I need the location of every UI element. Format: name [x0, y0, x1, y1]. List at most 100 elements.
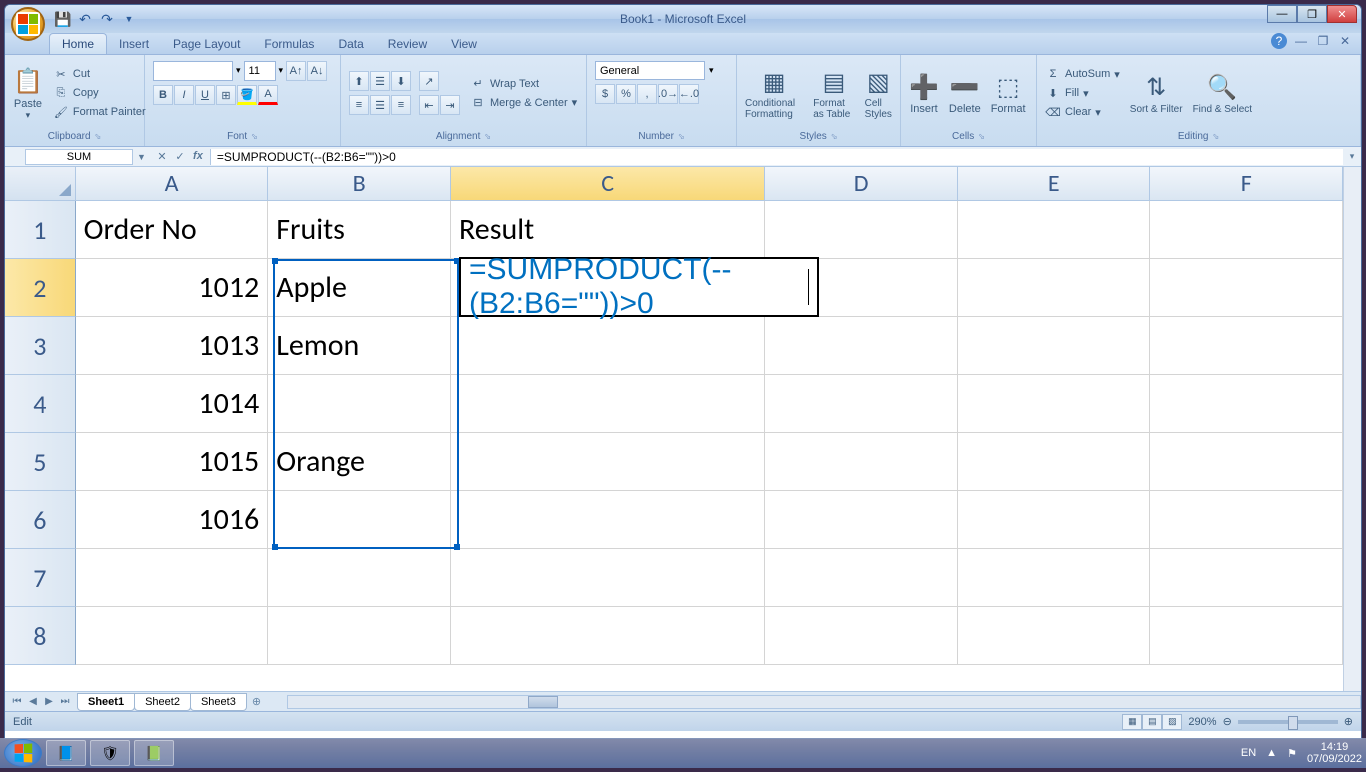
qat-dropdown-icon[interactable]: ▼: [119, 9, 139, 29]
increase-decimal-icon[interactable]: .0→: [658, 84, 678, 104]
cell-d1[interactable]: [765, 201, 958, 259]
find-select-button[interactable]: 🔍Find & Select: [1189, 70, 1256, 117]
cell-a6[interactable]: 1016: [76, 491, 269, 549]
cell-f8[interactable]: [1150, 607, 1343, 665]
row-header-6[interactable]: 6: [5, 491, 76, 549]
new-sheet-icon[interactable]: ⊕: [246, 695, 267, 708]
cell-c4[interactable]: [451, 375, 765, 433]
cell-b1[interactable]: Fruits: [268, 201, 451, 259]
tab-page-layout[interactable]: Page Layout: [161, 33, 252, 54]
row-header-4[interactable]: 4: [5, 375, 76, 433]
cell-b4[interactable]: [268, 375, 451, 433]
align-center-icon[interactable]: ☰: [370, 95, 390, 115]
sheet-nav-next-icon[interactable]: ▶: [41, 696, 57, 707]
percent-icon[interactable]: %: [616, 84, 636, 104]
tab-formulas[interactable]: Formulas: [252, 33, 326, 54]
minimize-button[interactable]: —: [1267, 5, 1297, 23]
tab-insert[interactable]: Insert: [107, 33, 161, 54]
merge-center-button[interactable]: ⊟Merge & Center ▾: [466, 94, 581, 111]
help-icon[interactable]: ?: [1271, 33, 1287, 49]
cell-e3[interactable]: [958, 317, 1151, 375]
align-top-icon[interactable]: ⬆: [349, 71, 369, 91]
col-header-c[interactable]: C: [451, 167, 765, 200]
conditional-formatting-button[interactable]: ▦Conditional Formatting: [741, 64, 807, 122]
cell-b3[interactable]: Lemon: [268, 317, 451, 375]
vertical-scrollbar[interactable]: [1343, 167, 1361, 691]
decrease-decimal-icon[interactable]: ←.0: [679, 84, 699, 104]
ribbon-minimize-icon[interactable]: —: [1293, 33, 1309, 49]
ribbon-close-icon[interactable]: ✕: [1337, 33, 1353, 49]
cell-f4[interactable]: [1150, 375, 1343, 433]
cell-f2[interactable]: [1150, 259, 1343, 317]
clear-button[interactable]: ⌫Clear ▾: [1041, 104, 1124, 121]
format-painter-button[interactable]: 🖌Format Painter: [49, 104, 150, 121]
ribbon-restore-icon[interactable]: ❐: [1315, 33, 1331, 49]
sheet-nav-prev-icon[interactable]: ◀: [25, 696, 41, 707]
font-size-input[interactable]: [244, 61, 276, 81]
cell-d7[interactable]: [765, 549, 958, 607]
cell-c3[interactable]: [451, 317, 765, 375]
row-header-5[interactable]: 5: [5, 433, 76, 491]
sheet-tab-1[interactable]: Sheet1: [77, 693, 135, 711]
autosum-button[interactable]: ΣAutoSum ▾: [1041, 66, 1124, 83]
undo-icon[interactable]: ↶: [75, 9, 95, 29]
format-cells-button[interactable]: ⬚Format: [987, 69, 1030, 117]
grow-font-icon[interactable]: A↑: [286, 61, 306, 81]
cell-e1[interactable]: [958, 201, 1151, 259]
indent-increase-icon[interactable]: ⇥: [440, 95, 460, 115]
col-header-d[interactable]: D: [765, 167, 958, 200]
format-as-table-button[interactable]: ▤Format as Table: [809, 64, 858, 122]
start-button[interactable]: [4, 739, 42, 767]
cell-e5[interactable]: [958, 433, 1151, 491]
fx-icon[interactable]: fx: [190, 150, 206, 163]
insert-cells-button[interactable]: ➕Insert: [905, 69, 943, 117]
taskbar-flag-icon[interactable]: ⚑: [1287, 747, 1297, 760]
formula-enter-icon[interactable]: ✓: [172, 150, 188, 163]
cell-f3[interactable]: [1150, 317, 1343, 375]
cell-a5[interactable]: 1015: [76, 433, 269, 491]
page-layout-view-icon[interactable]: ▤: [1142, 714, 1162, 730]
name-box[interactable]: SUM: [25, 149, 133, 165]
zoom-percent[interactable]: 290%: [1188, 716, 1216, 728]
cell-f5[interactable]: [1150, 433, 1343, 491]
font-name-input[interactable]: [153, 61, 233, 81]
border-button[interactable]: ⊞: [216, 85, 236, 105]
fill-color-button[interactable]: 🪣: [237, 85, 257, 105]
taskbar-app-browser[interactable]: 🛡: [90, 740, 130, 766]
row-header-3[interactable]: 3: [5, 317, 76, 375]
formula-cancel-icon[interactable]: ✕: [154, 150, 170, 163]
tab-home[interactable]: Home: [49, 33, 107, 54]
col-header-a[interactable]: A: [76, 167, 269, 200]
orientation-icon[interactable]: ↗: [419, 71, 439, 91]
cell-c8[interactable]: [451, 607, 765, 665]
copy-button[interactable]: ⎘Copy: [49, 85, 150, 102]
cell-f6[interactable]: [1150, 491, 1343, 549]
col-header-e[interactable]: E: [958, 167, 1151, 200]
sheet-nav-first-icon[interactable]: ⏮: [9, 696, 25, 707]
cell-e8[interactable]: [958, 607, 1151, 665]
cell-f1[interactable]: [1150, 201, 1343, 259]
row-header-1[interactable]: 1: [5, 201, 76, 259]
cell-d5[interactable]: [765, 433, 958, 491]
align-left-icon[interactable]: ≡: [349, 95, 369, 115]
zoom-in-icon[interactable]: ⊕: [1344, 715, 1353, 728]
row-header-7[interactable]: 7: [5, 549, 76, 607]
cell-styles-button[interactable]: ▧Cell Styles: [861, 64, 896, 122]
comma-icon[interactable]: ,: [637, 84, 657, 104]
formula-input[interactable]: =SUMPRODUCT(--(B2:B6=""))>0: [210, 149, 1343, 165]
save-icon[interactable]: 💾: [53, 9, 73, 29]
taskbar-app-word[interactable]: 📘: [46, 740, 86, 766]
page-break-view-icon[interactable]: ▨: [1162, 714, 1182, 730]
italic-button[interactable]: I: [174, 85, 194, 105]
restore-button[interactable]: ❐: [1297, 5, 1327, 23]
cell-c1[interactable]: Result: [451, 201, 765, 259]
cell-e4[interactable]: [958, 375, 1151, 433]
col-header-f[interactable]: F: [1150, 167, 1343, 200]
cell-b8[interactable]: [268, 607, 451, 665]
cell-e6[interactable]: [958, 491, 1151, 549]
cell-b7[interactable]: [268, 549, 451, 607]
redo-icon[interactable]: ↷: [97, 9, 117, 29]
col-header-b[interactable]: B: [268, 167, 451, 200]
cut-button[interactable]: ✂Cut: [49, 66, 150, 83]
horizontal-scrollbar[interactable]: [287, 695, 1361, 709]
